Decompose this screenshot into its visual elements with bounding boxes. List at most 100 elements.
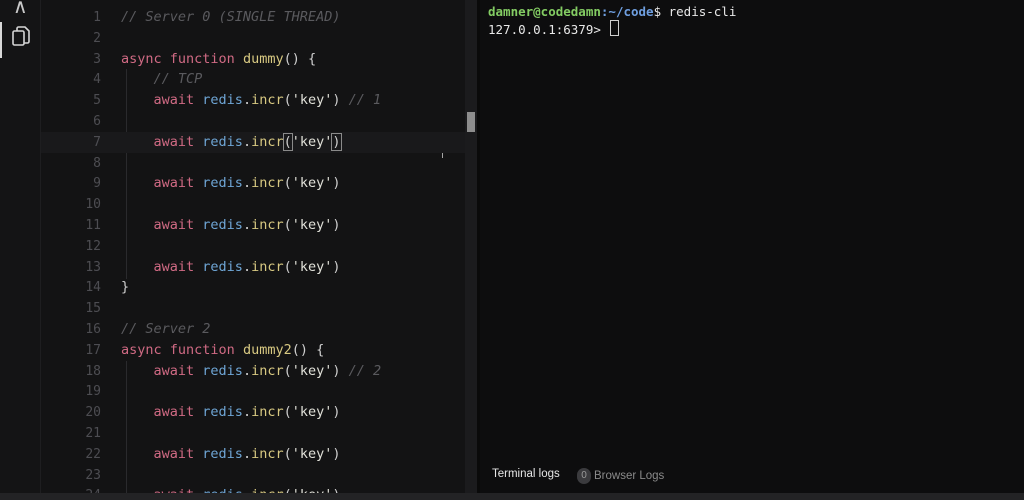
code-token: ) — [332, 258, 341, 275]
code-token: await — [153, 175, 195, 192]
code-token: redis — [202, 362, 243, 379]
code-token: ( — [283, 362, 292, 379]
code-token: 'key' — [291, 445, 333, 462]
line-code: // Server 0 (SINGLE THREAD) — [121, 7, 340, 28]
code-token: 'key' — [291, 175, 333, 192]
line-code: await redis.incr('key') — [121, 132, 342, 153]
terminal-pane[interactable]: damner@codedamn:~/code$ redis-cli 127.0.… — [480, 0, 1024, 455]
line-number: 21 — [85, 426, 101, 441]
code-line[interactable]: 3 async function dummy() { — [41, 49, 465, 70]
code-line[interactable]: 14} — [41, 277, 465, 298]
code-token: 'key' — [291, 133, 333, 150]
code-token: // 1 — [348, 92, 382, 109]
code-token: . — [242, 92, 252, 109]
prompt-path: :~/code — [600, 4, 654, 19]
code-token: incr — [251, 175, 284, 192]
code-line[interactable]: 15 — [41, 298, 465, 319]
code-line[interactable]: 4 // TCP — [41, 69, 465, 90]
line-number: 15 — [85, 301, 101, 317]
code-line[interactable]: 1 // Server 0 (SINGLE THREAD) — [41, 7, 465, 28]
code-line[interactable]: 21 — [41, 423, 465, 444]
code-token: 'key' — [291, 362, 333, 379]
code-token: await — [153, 258, 195, 275]
code-token: dummy2 — [242, 341, 292, 358]
code-token: redis — [202, 258, 243, 275]
code-token: incr — [251, 92, 284, 109]
code-editor[interactable]: I 1// Server 0 (SINGLE THREAD) 2 3 async fu… — [41, 0, 465, 500]
line-code: async function dummy() { — [121, 49, 316, 70]
code-token: await — [153, 92, 195, 109]
code-token: ) — [332, 445, 341, 462]
code-token: 'key' — [291, 92, 333, 109]
line-number: 6 — [93, 114, 101, 129]
code-token: function — [169, 50, 235, 67]
code-token: redis — [202, 92, 243, 109]
activity-bar: ∧ — [0, 0, 41, 500]
scrollbar-thumb[interactable] — [467, 112, 475, 132]
code-token: // 2 — [348, 362, 382, 379]
code-line[interactable]: 19 — [41, 381, 465, 402]
code-line[interactable]: 23 — [41, 465, 465, 486]
code-line[interactable]: 9 await redis.incr('key') — [41, 173, 465, 194]
code-line[interactable]: 12 — [41, 236, 465, 257]
tab-terminal-logs[interactable]: Terminal logs — [492, 468, 560, 480]
code-line[interactable]: 20 await redis.incr('key') — [41, 402, 465, 423]
line-number: 12 — [85, 238, 101, 254]
code-line[interactable]: 7 await redis.incr('key') — [41, 131, 465, 153]
line-number: 23 — [85, 467, 101, 483]
line-number: 1 — [93, 10, 101, 25]
code-token: incr — [251, 258, 284, 275]
tab-browser-logs[interactable]: 0 Browser Logs — [577, 468, 664, 484]
editor-scrollbar[interactable] — [465, 0, 477, 500]
code-line[interactable]: 18 await redis.incr('key') // 2 — [41, 361, 465, 382]
code-token: . — [242, 175, 252, 192]
code-line[interactable]: 5 await redis.incr('key') // 1 — [41, 90, 465, 111]
line-code: await redis.incr('key') — [121, 444, 341, 465]
code-token: redis — [202, 404, 243, 421]
code-line[interactable]: 6 — [41, 111, 465, 132]
line-number: 8 — [93, 155, 101, 171]
code-token: async — [121, 50, 162, 67]
code-token: await — [153, 362, 195, 379]
code-line[interactable]: 10 — [41, 194, 465, 215]
code-token: ) — [332, 217, 341, 233]
terminal-line-1: damner@codedamn:~/code$ redis-cli — [488, 4, 736, 20]
code-token: incr — [251, 404, 284, 421]
active-indicator — [0, 22, 2, 58]
line-code: await redis.incr('key') — [121, 402, 341, 423]
line-number: 10 — [85, 197, 101, 213]
code-line[interactable]: 2 — [41, 28, 465, 49]
code-line[interactable]: 8 — [41, 153, 465, 174]
line-number: 2 — [93, 30, 101, 46]
chevron-up-icon[interactable]: ∧ — [13, 0, 28, 18]
code-line[interactable]: 16 // Server 2 — [41, 319, 465, 340]
code-token: ( — [283, 445, 292, 462]
code-token: () { — [291, 341, 325, 358]
line-code: // TCP — [121, 69, 203, 90]
line-number: 4 — [93, 72, 101, 88]
code-token: 'key' — [291, 404, 333, 421]
code-line[interactable]: 17 async function dummy2() { — [41, 340, 465, 361]
line-code: await redis.incr('key') — [121, 215, 341, 236]
line-number: 20 — [85, 405, 101, 421]
line-code: } — [121, 277, 129, 298]
code-line[interactable]: 22 await redis.incr('key') — [41, 444, 465, 465]
terminal-line-2: 127.0.0.1:6379> — [488, 20, 620, 38]
code-line[interactable]: 13 await redis.incr('key') — [41, 257, 465, 278]
code-line[interactable]: 11 await redis.incr('key') — [41, 215, 465, 236]
code-token: incr — [251, 133, 284, 150]
code-token: await — [153, 404, 195, 421]
line-code: // Server 2 — [121, 319, 210, 340]
line-code: await redis.incr('key') // 1 — [121, 90, 382, 111]
code-token: ( — [283, 175, 292, 192]
code-token: . — [242, 258, 252, 275]
files-icon[interactable] — [11, 25, 31, 49]
code-token: function — [169, 341, 235, 358]
